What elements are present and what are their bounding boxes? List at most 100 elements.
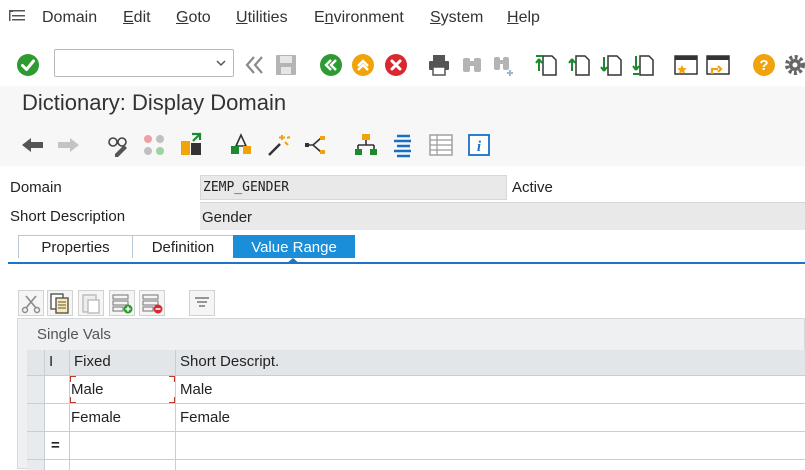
- fixed-value-cell[interactable]: [70, 432, 176, 460]
- command-dropdown-icon[interactable]: [215, 56, 227, 68]
- menu-domain[interactable]: Domain: [42, 9, 97, 27]
- row-selector[interactable]: [27, 432, 45, 460]
- tab-strip: Properties Definition Value Range: [0, 230, 805, 266]
- new-session-icon[interactable]: [674, 53, 700, 77]
- column-header-short-description[interactable]: Short Descript.: [176, 350, 805, 376]
- menu-toggle-icon[interactable]: [9, 9, 27, 25]
- domain-field[interactable]: ZEMP_GENDER: [200, 175, 507, 200]
- tab-underline: [8, 262, 805, 264]
- column-header-indicator[interactable]: I: [45, 350, 70, 376]
- forward-arrow-icon[interactable]: [55, 132, 81, 158]
- tab-properties[interactable]: Properties: [18, 235, 133, 258]
- svg-text:?: ?: [759, 57, 768, 74]
- menu-environment-head: E: [314, 9, 325, 26]
- collapse-icon[interactable]: [243, 53, 267, 77]
- last-page-icon[interactable]: [632, 53, 656, 77]
- short-description-field[interactable]: Gender: [200, 202, 805, 230]
- short-description-cell[interactable]: Female: [176, 404, 805, 432]
- standard-toolbar: ?: [0, 36, 805, 86]
- next-page-icon[interactable]: [600, 53, 624, 77]
- short-description-label: Short Description: [10, 208, 126, 225]
- domain-status: Active: [512, 179, 553, 196]
- enter-icon[interactable]: [16, 53, 40, 77]
- domain-label: Domain: [10, 179, 62, 196]
- documentation-icon[interactable]: [390, 132, 416, 158]
- save-icon[interactable]: [274, 53, 298, 77]
- previous-page-icon[interactable]: [568, 53, 592, 77]
- delete-row-icon[interactable]: [139, 290, 165, 316]
- back-arrow-icon[interactable]: [20, 132, 46, 158]
- table-view-icon[interactable]: [428, 132, 454, 158]
- fixed-value-cell[interactable]: Male: [70, 376, 176, 404]
- menu-goto-rest: oto: [188, 9, 211, 26]
- menu-environment[interactable]: Environment: [314, 9, 404, 27]
- insert-row-icon[interactable]: [109, 290, 135, 316]
- table-toolbar: [0, 288, 805, 318]
- focus-corner-top-left: [70, 376, 76, 382]
- menu-utilities-mnemonic: U: [236, 9, 248, 26]
- table-caption: Single Vals: [37, 326, 111, 343]
- menu-system[interactable]: System: [430, 9, 483, 27]
- exit-icon[interactable]: [351, 53, 375, 77]
- tab-definition[interactable]: Definition: [132, 235, 234, 258]
- activate-icon[interactable]: [178, 132, 204, 158]
- menu-edit[interactable]: Edit: [123, 9, 151, 27]
- tab-value-range[interactable]: Value Range: [233, 235, 355, 258]
- row-selector[interactable]: [27, 404, 45, 432]
- application-toolbar: i: [0, 124, 805, 166]
- info-icon[interactable]: i: [466, 132, 492, 158]
- object-list-icon[interactable]: [303, 132, 329, 158]
- focus-corner-top-right: [169, 376, 175, 382]
- back-icon[interactable]: [319, 53, 343, 77]
- menu-edit-rest: dit: [133, 9, 151, 26]
- settings-icon[interactable]: [783, 53, 805, 77]
- paste-icon[interactable]: [78, 290, 104, 316]
- menu-goto[interactable]: Goto: [176, 9, 211, 27]
- short-description-cell[interactable]: [176, 432, 805, 460]
- command-input[interactable]: [55, 50, 205, 76]
- focus-corner-bottom-left: [70, 397, 76, 403]
- row-selector-header: [27, 350, 45, 376]
- hierarchy-icon[interactable]: [353, 132, 379, 158]
- where-used-list-icon[interactable]: [265, 132, 291, 158]
- fixed-value-cell[interactable]: Female: [70, 404, 176, 432]
- find-next-icon[interactable]: [492, 53, 516, 77]
- row-selector[interactable]: [27, 376, 45, 404]
- menu-bar: Domain Edit Goto Utilities Environment S…: [0, 0, 805, 36]
- menu-environment-tail: vironment: [333, 9, 404, 26]
- menu-help[interactable]: Help: [507, 9, 540, 27]
- menu-edit-mnemonic: E: [123, 9, 134, 26]
- menu-help-rest: elp: [518, 9, 540, 26]
- display-change-icon[interactable]: [105, 132, 131, 158]
- single-vals-table: I Fixed Short Descript. Male Male Female…: [27, 350, 805, 470]
- first-page-icon[interactable]: [535, 53, 559, 77]
- menu-utilities-rest: tilities: [247, 9, 288, 26]
- menu-environment-mnemonic: n: [324, 9, 334, 26]
- other-object-icon[interactable]: [141, 132, 167, 158]
- help-icon[interactable]: ?: [752, 53, 776, 77]
- fixed-value-text: Male: [71, 381, 104, 398]
- page-title: Dictionary: Display Domain: [22, 90, 287, 115]
- menu-utilities[interactable]: Utilities: [236, 9, 288, 27]
- menu-system-rest: ystem: [440, 9, 484, 26]
- short-description-cell[interactable]: Male: [176, 376, 805, 404]
- copy-icon[interactable]: [47, 290, 73, 316]
- command-field[interactable]: [54, 49, 234, 77]
- cut-icon[interactable]: [18, 290, 44, 316]
- title-bar: Dictionary: Display Domain: [0, 86, 805, 124]
- column-header-fixed[interactable]: Fixed: [70, 350, 176, 376]
- active-tab-marker: [286, 258, 300, 264]
- menu-help-mnemonic: H: [507, 9, 519, 26]
- cancel-icon[interactable]: [384, 53, 408, 77]
- focus-corner-bottom-right: [169, 397, 175, 403]
- filter-icon[interactable]: [189, 290, 215, 316]
- print-icon[interactable]: [427, 53, 451, 77]
- indicator-cell[interactable]: [45, 404, 70, 432]
- check-icon[interactable]: [228, 132, 254, 158]
- header-fields: Domain ZEMP_GENDER Active Short Descript…: [0, 166, 805, 230]
- row-marker: =: [45, 432, 70, 460]
- menu-goto-mnemonic: G: [176, 9, 189, 26]
- create-shortcut-icon[interactable]: [706, 53, 732, 77]
- find-icon[interactable]: [460, 53, 484, 77]
- indicator-cell[interactable]: [45, 376, 70, 404]
